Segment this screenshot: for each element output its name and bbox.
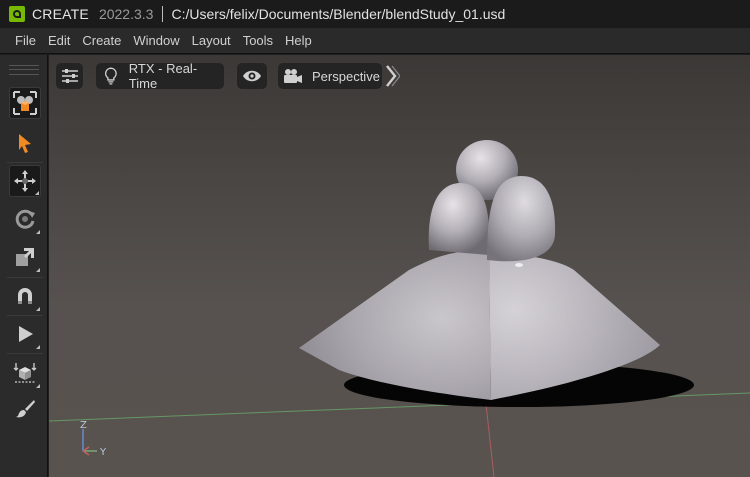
toolbar-separator: [7, 353, 43, 354]
scale-icon: [16, 248, 34, 266]
play-button[interactable]: [9, 318, 41, 350]
eye-icon: [243, 70, 261, 82]
select-mode-button[interactable]: [9, 87, 41, 119]
menu-file[interactable]: File: [9, 28, 42, 54]
axis-y-label: Y: [99, 447, 107, 458]
lightbulb-icon: [104, 67, 117, 85]
mesh-skirt-left: [299, 251, 491, 400]
viewport[interactable]: RTX - Real-Time Perspective Z Y: [49, 55, 750, 477]
submenu-corner-icon: [36, 268, 40, 272]
viewport-settings-button[interactable]: [56, 63, 83, 89]
play-icon: [19, 326, 33, 342]
axis-gizmo: Z Y: [80, 421, 107, 458]
toolbar-separator: [7, 162, 43, 163]
submenu-corner-icon: [35, 191, 39, 195]
camera-label: Perspective: [312, 68, 380, 84]
app-version: 2022.3.3: [98, 6, 154, 22]
file-path: C:/Users/felix/Documents/Blender/blendSt…: [171, 6, 506, 22]
drop-to-floor-icon: [13, 363, 37, 383]
rotate-icon: [15, 209, 35, 229]
toolbar-separator: [7, 277, 43, 278]
select-mode-icon: [13, 91, 37, 115]
camera-dropdown[interactable]: Perspective: [278, 63, 382, 89]
app-name: CREATE: [32, 6, 89, 22]
menu-layout[interactable]: Layout: [186, 28, 237, 54]
move-button[interactable]: [9, 165, 41, 197]
camera-icon: [284, 69, 302, 83]
visibility-button[interactable]: [237, 63, 267, 89]
menu-tools[interactable]: Tools: [237, 28, 279, 54]
grid-y-axis: [484, 394, 495, 477]
snap-button[interactable]: [9, 280, 41, 312]
settings-sliders-icon: [61, 69, 78, 83]
paint-brush-icon: [16, 400, 35, 418]
drop-to-floor-button[interactable]: [9, 357, 41, 389]
scene-canvas: [49, 140, 750, 477]
menu-help[interactable]: Help: [279, 28, 318, 54]
submenu-corner-icon: [36, 384, 40, 388]
renderer-dropdown[interactable]: RTX - Real-Time: [96, 61, 224, 91]
renderer-label: RTX - Real-Time: [128, 61, 198, 91]
expand-chevron-icon[interactable]: [386, 65, 400, 87]
submenu-corner-icon: [36, 345, 40, 349]
submenu-corner-icon: [36, 230, 40, 234]
menu-create[interactable]: Create: [76, 28, 127, 54]
menu-window[interactable]: Window: [127, 28, 185, 54]
axis-z-label: Z: [80, 421, 87, 431]
menu-bar: File Edit Create Window Layout Tools Hel…: [0, 28, 750, 54]
select-button[interactable]: [9, 127, 41, 159]
mesh-bump-left: [428, 183, 490, 255]
title-separator: [162, 6, 164, 22]
move-icon: [14, 170, 36, 192]
toolbar-grip[interactable]: [9, 65, 39, 75]
submenu-corner-icon: [36, 307, 40, 311]
paint-button[interactable]: [9, 393, 41, 425]
left-toolbar: [0, 55, 48, 477]
select-arrow-icon: [19, 134, 31, 153]
toolbar-separator: [7, 315, 43, 316]
nvidia-logo-icon: [9, 6, 25, 22]
snap-magnet-icon: [18, 288, 32, 304]
title-bar: CREATE 2022.3.3 C:/Users/felix/Documents…: [0, 0, 750, 28]
mesh-highlight: [515, 263, 523, 267]
scale-button[interactable]: [9, 241, 41, 273]
menu-edit[interactable]: Edit: [42, 28, 76, 54]
rotate-button[interactable]: [9, 203, 41, 235]
